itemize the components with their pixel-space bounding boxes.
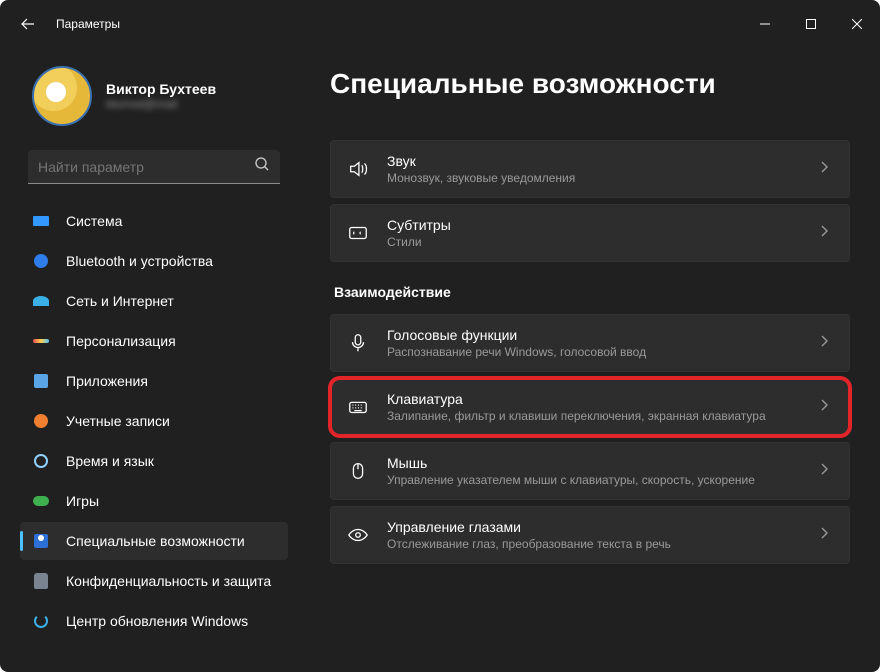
brush-icon bbox=[32, 332, 50, 350]
gamepad-icon bbox=[32, 492, 50, 510]
eye-icon bbox=[347, 524, 369, 546]
search-box[interactable] bbox=[28, 150, 280, 184]
sidebar-item-label: Bluetooth и устройства bbox=[66, 253, 213, 269]
card-subtitle: Стили bbox=[387, 235, 799, 249]
shield-icon bbox=[32, 572, 50, 590]
chevron-right-icon bbox=[817, 398, 833, 417]
sidebar-item-accounts[interactable]: Учетные записи bbox=[20, 402, 288, 440]
speaker-icon bbox=[347, 158, 369, 180]
sidebar-item-label: Приложения bbox=[66, 373, 148, 389]
chevron-right-icon bbox=[817, 334, 833, 353]
sidebar-item-time-language[interactable]: Время и язык bbox=[20, 442, 288, 480]
sidebar-item-personalization[interactable]: Персонализация bbox=[20, 322, 288, 360]
chevron-right-icon bbox=[817, 160, 833, 179]
user-email: blurred@mail bbox=[106, 97, 216, 111]
bluetooth-icon bbox=[32, 252, 50, 270]
accessibility-icon bbox=[32, 532, 50, 550]
chevron-right-icon bbox=[817, 462, 833, 481]
clock-icon bbox=[32, 452, 50, 470]
card-speech[interactable]: Голосовые функции Распознавание речи Wind… bbox=[330, 314, 850, 372]
sidebar-item-label: Специальные возможности bbox=[66, 533, 245, 549]
mouse-icon bbox=[347, 460, 369, 482]
sidebar-item-bluetooth[interactable]: Bluetooth и устройства bbox=[20, 242, 288, 280]
sidebar-item-system[interactable]: Система bbox=[20, 202, 288, 240]
card-title: Голосовые функции bbox=[387, 327, 799, 343]
sidebar-item-label: Центр обновления Windows bbox=[66, 613, 248, 629]
card-eye-control[interactable]: Управление глазами Отслеживание глаз, пре… bbox=[330, 506, 850, 564]
keyboard-icon bbox=[347, 396, 369, 418]
card-title: Субтитры bbox=[387, 217, 799, 233]
sidebar-item-label: Персонализация bbox=[66, 333, 176, 349]
sidebar-item-apps[interactable]: Приложения bbox=[20, 362, 288, 400]
main-content: Специальные возможности Звук Монозвук, зв… bbox=[300, 48, 880, 672]
avatar bbox=[32, 66, 92, 126]
card-title: Клавиатура bbox=[387, 391, 799, 407]
sidebar: Виктор Бухтеев blurred@mail Система Blue… bbox=[0, 48, 300, 672]
sidebar-item-label: Сеть и Интернет bbox=[66, 293, 174, 309]
card-subtitle: Залипание, фильтр и клавиши переключения… bbox=[387, 409, 799, 423]
card-subtitle: Отслеживание глаз, преобразование текста… bbox=[387, 537, 799, 551]
card-title: Управление глазами bbox=[387, 519, 799, 535]
sidebar-item-label: Учетные записи bbox=[66, 413, 170, 429]
maximize-button[interactable] bbox=[788, 8, 834, 40]
minimize-button[interactable] bbox=[742, 8, 788, 40]
sidebar-item-accessibility[interactable]: Специальные возможности bbox=[20, 522, 288, 560]
sidebar-item-privacy[interactable]: Конфиденциальность и защита bbox=[20, 562, 288, 600]
chevron-right-icon bbox=[817, 224, 833, 243]
monitor-icon bbox=[32, 212, 50, 230]
sidebar-item-gaming[interactable]: Игры bbox=[20, 482, 288, 520]
sidebar-item-windows-update[interactable]: Центр обновления Windows bbox=[20, 602, 288, 640]
update-icon bbox=[32, 612, 50, 630]
back-button[interactable] bbox=[18, 14, 38, 34]
app-title: Параметры bbox=[56, 17, 120, 31]
card-subtitle: Управление указателем мыши с клавиатуры,… bbox=[387, 473, 799, 487]
close-button[interactable] bbox=[834, 8, 880, 40]
card-sound[interactable]: Звук Монозвук, звуковые уведомления bbox=[330, 140, 850, 198]
card-keyboard[interactable]: Клавиатура Залипание, фильтр и клавиши пе… bbox=[330, 378, 850, 436]
card-subtitle: Монозвук, звуковые уведомления bbox=[387, 171, 799, 185]
card-mouse[interactable]: Мышь Управление указателем мыши с клавиат… bbox=[330, 442, 850, 500]
profile-block[interactable]: Виктор Бухтеев blurred@mail bbox=[20, 66, 288, 126]
search-input[interactable] bbox=[38, 159, 254, 175]
apps-icon bbox=[32, 372, 50, 390]
microphone-icon bbox=[347, 332, 369, 354]
card-title: Мышь bbox=[387, 455, 799, 471]
sidebar-item-label: Конфиденциальность и защита bbox=[66, 573, 271, 589]
card-subtitle: Распознавание речи Windows, голосовой вв… bbox=[387, 345, 799, 359]
sidebar-item-label: Время и язык bbox=[66, 453, 154, 469]
captions-icon bbox=[347, 222, 369, 244]
chevron-right-icon bbox=[817, 526, 833, 545]
page-title: Специальные возможности bbox=[330, 68, 850, 100]
sidebar-item-network[interactable]: Сеть и Интернет bbox=[20, 282, 288, 320]
wifi-icon bbox=[32, 292, 50, 310]
user-name: Виктор Бухтеев bbox=[106, 81, 216, 97]
card-captions[interactable]: Субтитры Стили bbox=[330, 204, 850, 262]
sidebar-item-label: Система bbox=[66, 213, 122, 229]
sidebar-item-label: Игры bbox=[66, 493, 99, 509]
search-icon bbox=[254, 156, 270, 177]
card-title: Звук bbox=[387, 153, 799, 169]
person-icon bbox=[32, 412, 50, 430]
section-header-interaction: Взаимодействие bbox=[334, 284, 846, 300]
